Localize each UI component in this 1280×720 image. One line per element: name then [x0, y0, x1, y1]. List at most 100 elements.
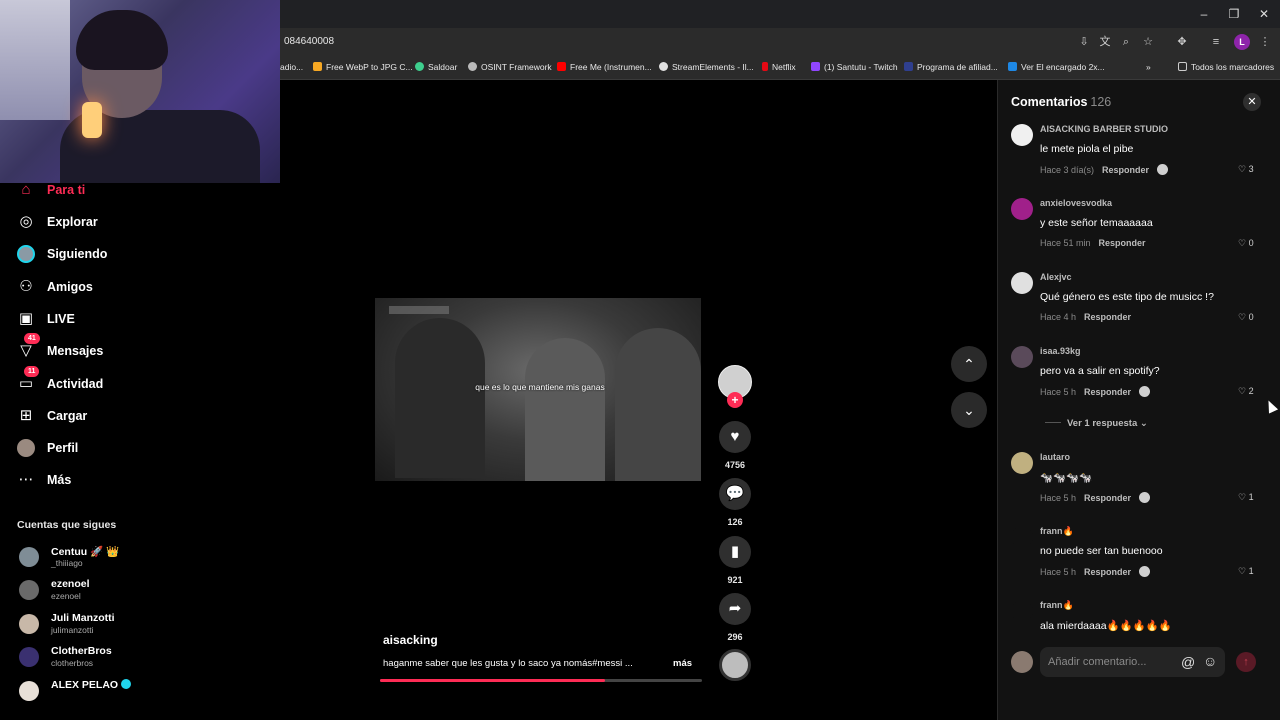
creator-liked-icon: [1139, 566, 1151, 577]
webcam-overlay: [0, 0, 280, 183]
view-replies-button[interactable]: Ver 1 respuesta ⌄: [1045, 418, 1148, 429]
install-app-icon[interactable]: ⇩: [1076, 34, 1092, 50]
sidebar-item-actividad[interactable]: ▭ 11 Actividad: [17, 366, 103, 396]
reply-button[interactable]: Responder: [1099, 238, 1146, 248]
avatar[interactable]: [1011, 526, 1033, 548]
minimize-icon[interactable]: –: [1196, 6, 1212, 22]
comments-count: 126: [1090, 95, 1112, 109]
bookmark-item[interactable]: (1) Santutu - Twitch: [811, 61, 898, 75]
bookmark-item[interactable]: Saldoar: [415, 61, 457, 75]
restore-icon[interactable]: ❐: [1226, 6, 1242, 22]
reply-button[interactable]: Responder: [1084, 567, 1131, 577]
profile-avatar-icon[interactable]: L: [1234, 34, 1250, 50]
avatar[interactable]: [1011, 124, 1033, 146]
translate-icon[interactable]: 文: [1097, 34, 1113, 50]
video-figure: [395, 318, 485, 478]
more-icon: ⋯: [18, 471, 34, 488]
following-account[interactable]: ClotherBros clotherbros: [19, 645, 169, 671]
avatar[interactable]: [1011, 452, 1033, 474]
video-progress-bar[interactable]: [380, 679, 702, 682]
following-account[interactable]: ezenoel ezenoel: [19, 578, 169, 604]
bookmark-item[interactable]: Netflix: [762, 61, 796, 75]
sidebar-item-perfil[interactable]: Perfil: [17, 436, 78, 460]
like-count: 4756: [724, 460, 746, 470]
avatar[interactable]: [1011, 198, 1033, 220]
all-bookmarks[interactable]: Todos los marcadores: [1178, 61, 1274, 75]
chevron-down-icon[interactable]: ⌄: [951, 392, 987, 428]
caption-more-button[interactable]: más: [673, 658, 692, 669]
following-account[interactable]: Centuu 🚀 👑 _thiiiago: [19, 545, 169, 571]
streamelements-icon: [659, 62, 668, 71]
send-icon[interactable]: ↑: [1236, 652, 1256, 672]
avatar[interactable]: [1011, 600, 1033, 622]
bookmark-item[interactable]: Free WebP to JPG C...: [313, 61, 413, 75]
close-icon[interactable]: ✕: [1243, 93, 1261, 111]
mention-icon[interactable]: @: [1181, 654, 1195, 670]
sidebar-item-siguiendo[interactable]: Siguiendo: [17, 242, 107, 266]
sidebar-item-amigos[interactable]: ⚇ Amigos: [17, 275, 93, 299]
comment-item: lautaro 🐄🐄🐄🐄 Hace 5 h Responder ♡ 1: [998, 452, 1280, 522]
bookmarks-overflow-icon[interactable]: »: [1146, 61, 1151, 75]
url-text[interactable]: 084640008: [284, 36, 334, 47]
reply-button[interactable]: Responder: [1084, 312, 1131, 322]
live-icon: ▣: [18, 310, 34, 327]
sidebar-item-para-ti[interactable]: ⌂ Para ti: [17, 178, 85, 202]
comment-input[interactable]: [1040, 647, 1225, 677]
bookmark-item[interactable]: OSINT Framework: [468, 61, 552, 75]
bookmark-item[interactable]: StreamElements - Il...: [659, 61, 754, 75]
follow-plus-icon[interactable]: +: [727, 392, 743, 408]
bookmark-item[interactable]: adio...: [280, 61, 303, 75]
following-account[interactable]: ALEX PELAO: [19, 679, 169, 705]
webcam-light: [82, 102, 102, 138]
emoji-icon[interactable]: ☺: [1203, 653, 1217, 669]
comment-icon[interactable]: 💬: [719, 478, 751, 510]
webp-icon: [313, 62, 322, 71]
reply-button[interactable]: Responder: [1084, 387, 1131, 397]
comment-like[interactable]: ♡ 0: [1238, 238, 1254, 249]
video-player[interactable]: que es lo que mantiene mis ganas: [375, 298, 701, 481]
reply-button[interactable]: Responder: [1084, 493, 1131, 503]
friends-icon: ⚇: [19, 278, 33, 295]
netflix-icon: [762, 62, 768, 71]
bookmark-item[interactable]: Ver El encargado 2x...: [1008, 61, 1105, 75]
sidebar-item-mensajes[interactable]: ▽ 41 Mensajes: [17, 333, 103, 363]
comment-like[interactable]: ♡ 1: [1238, 492, 1254, 503]
avatar[interactable]: [1011, 346, 1033, 368]
bookmark-star-icon[interactable]: ☆: [1140, 34, 1156, 50]
zoom-icon[interactable]: ⌕: [1118, 34, 1134, 50]
reply-button[interactable]: Responder: [1102, 165, 1149, 175]
following-accounts-title: Cuentas que sigues: [17, 519, 117, 531]
sidebar-item-mas[interactable]: ⋯ Más: [17, 468, 72, 492]
extensions-icon[interactable]: ✥: [1174, 34, 1190, 50]
heart-icon[interactable]: ♥: [719, 421, 751, 453]
media-controls-icon[interactable]: ≡: [1208, 34, 1224, 50]
bookmark-item[interactable]: Free Me (Instrumen...: [557, 61, 652, 75]
verified-icon: [121, 679, 132, 689]
chevron-up-icon[interactable]: ⌃: [951, 346, 987, 382]
sidebar-item-live[interactable]: ▣ LIVE: [17, 307, 75, 331]
comment-like[interactable]: ♡ 1: [1238, 566, 1254, 577]
sidebar-item-cargar[interactable]: ⊞ Cargar: [17, 404, 88, 428]
close-window-icon[interactable]: ✕: [1256, 6, 1272, 22]
sound-disc-icon[interactable]: [719, 649, 751, 681]
comment-like[interactable]: ♡ 0: [1238, 312, 1254, 323]
comment-like[interactable]: ♡ 3: [1238, 164, 1254, 175]
video-figure: [525, 338, 605, 481]
avatar[interactable]: [1011, 272, 1033, 294]
sidebar-item-explorar[interactable]: ◎ Explorar: [17, 210, 97, 234]
video-scoreboard: [389, 306, 449, 314]
creator-liked-icon: [1157, 164, 1169, 175]
share-icon[interactable]: ➦: [719, 593, 751, 625]
following-account[interactable]: Juli Manzotti julimanzotti: [19, 612, 169, 638]
saldoar-icon: [415, 62, 424, 71]
video-author[interactable]: aisacking: [383, 633, 438, 647]
save-count: 921: [727, 575, 743, 585]
comment-like[interactable]: ♡ 2: [1238, 386, 1254, 397]
comment-count: 126: [727, 517, 743, 527]
activity-badge: 11: [24, 366, 40, 377]
bookmark-item[interactable]: Programa de afiliad...: [904, 61, 998, 75]
bookmark-icon[interactable]: ▮: [719, 536, 751, 568]
avatar: [1011, 651, 1033, 673]
share-count: 296: [727, 632, 743, 642]
browser-menu-icon[interactable]: ⋮: [1257, 34, 1273, 50]
